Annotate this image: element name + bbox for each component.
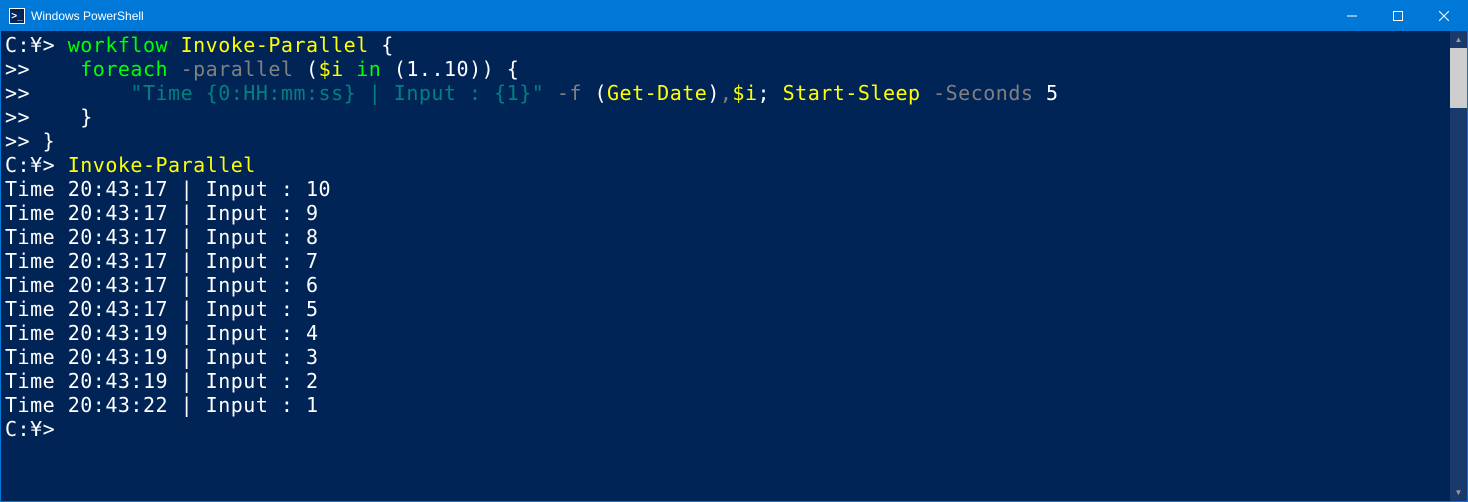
indent: [30, 81, 130, 105]
keyword-workflow: workflow: [68, 33, 168, 57]
range-op: ..: [419, 57, 444, 81]
param-seconds: -Seconds: [921, 81, 1046, 105]
invoke-command: Invoke-Parallel: [68, 153, 256, 177]
cont-prompt: >>: [5, 105, 30, 129]
number: 10: [444, 57, 469, 81]
paren: (: [594, 81, 607, 105]
prompt: C:¥>: [5, 153, 55, 177]
format-op: -f: [544, 81, 594, 105]
output-line: Time 20:43:17 | Input : 6: [5, 273, 319, 297]
keyword-foreach: foreach: [80, 57, 168, 81]
powershell-icon: >_: [9, 8, 25, 24]
keyword-in: in: [344, 57, 394, 81]
output-line: Time 20:43:17 | Input : 7: [5, 249, 319, 273]
comma: ,: [720, 81, 733, 105]
output-line: Time 20:43:17 | Input : 10: [5, 177, 331, 201]
powershell-window: >_ Windows PowerShell C:¥> workflow Invo…: [0, 0, 1468, 502]
terminal-content[interactable]: C:¥> workflow Invoke-Parallel { >> forea…: [1, 31, 1450, 501]
variable-i: $i: [732, 81, 757, 105]
paren: ): [707, 81, 720, 105]
brace: {: [369, 33, 394, 57]
output-line: Time 20:43:17 | Input : 8: [5, 225, 319, 249]
close-button[interactable]: [1421, 1, 1467, 31]
number: 5: [1046, 81, 1059, 105]
cmdlet-getdate: Get-Date: [607, 81, 707, 105]
terminal-area: C:¥> workflow Invoke-Parallel { >> forea…: [1, 31, 1467, 501]
indent: [30, 105, 80, 129]
brace: }: [43, 129, 56, 153]
brace: {: [494, 57, 519, 81]
command-name: Invoke-Parallel: [181, 33, 369, 57]
paren: (: [394, 57, 407, 81]
variable-i: $i: [319, 57, 344, 81]
vertical-scrollbar[interactable]: ▲ ▼: [1450, 31, 1467, 501]
number: 1: [406, 57, 419, 81]
prompt: C:¥>: [5, 33, 55, 57]
output-line: Time 20:43:19 | Input : 3: [5, 345, 319, 369]
window-title: Windows PowerShell: [31, 9, 144, 23]
scroll-down-icon[interactable]: ▼: [1450, 484, 1467, 501]
cont-prompt: >>: [5, 81, 30, 105]
brace: }: [80, 105, 93, 129]
cont-prompt: >>: [5, 129, 30, 153]
format-string: "Time {0:HH:mm:ss} | Input : {1}": [130, 81, 544, 105]
paren: (: [306, 57, 319, 81]
paren: )): [469, 57, 494, 81]
scroll-up-icon[interactable]: ▲: [1450, 31, 1467, 48]
indent: [30, 57, 80, 81]
titlebar[interactable]: >_ Windows PowerShell: [1, 1, 1467, 31]
output-line: Time 20:43:19 | Input : 2: [5, 369, 319, 393]
output-line: Time 20:43:17 | Input : 9: [5, 201, 319, 225]
output-line: Time 20:43:17 | Input : 5: [5, 297, 319, 321]
semicolon: ;: [758, 81, 783, 105]
prompt: C:¥>: [5, 417, 55, 441]
cmdlet-sleep: Start-Sleep: [783, 81, 921, 105]
minimize-button[interactable]: [1329, 1, 1375, 31]
scroll-thumb[interactable]: [1450, 48, 1467, 108]
output-line: Time 20:43:19 | Input : 4: [5, 321, 319, 345]
maximize-button[interactable]: [1375, 1, 1421, 31]
cont-prompt: >>: [5, 57, 30, 81]
output-line: Time 20:43:22 | Input : 1: [5, 393, 319, 417]
param-parallel: -parallel: [168, 57, 306, 81]
